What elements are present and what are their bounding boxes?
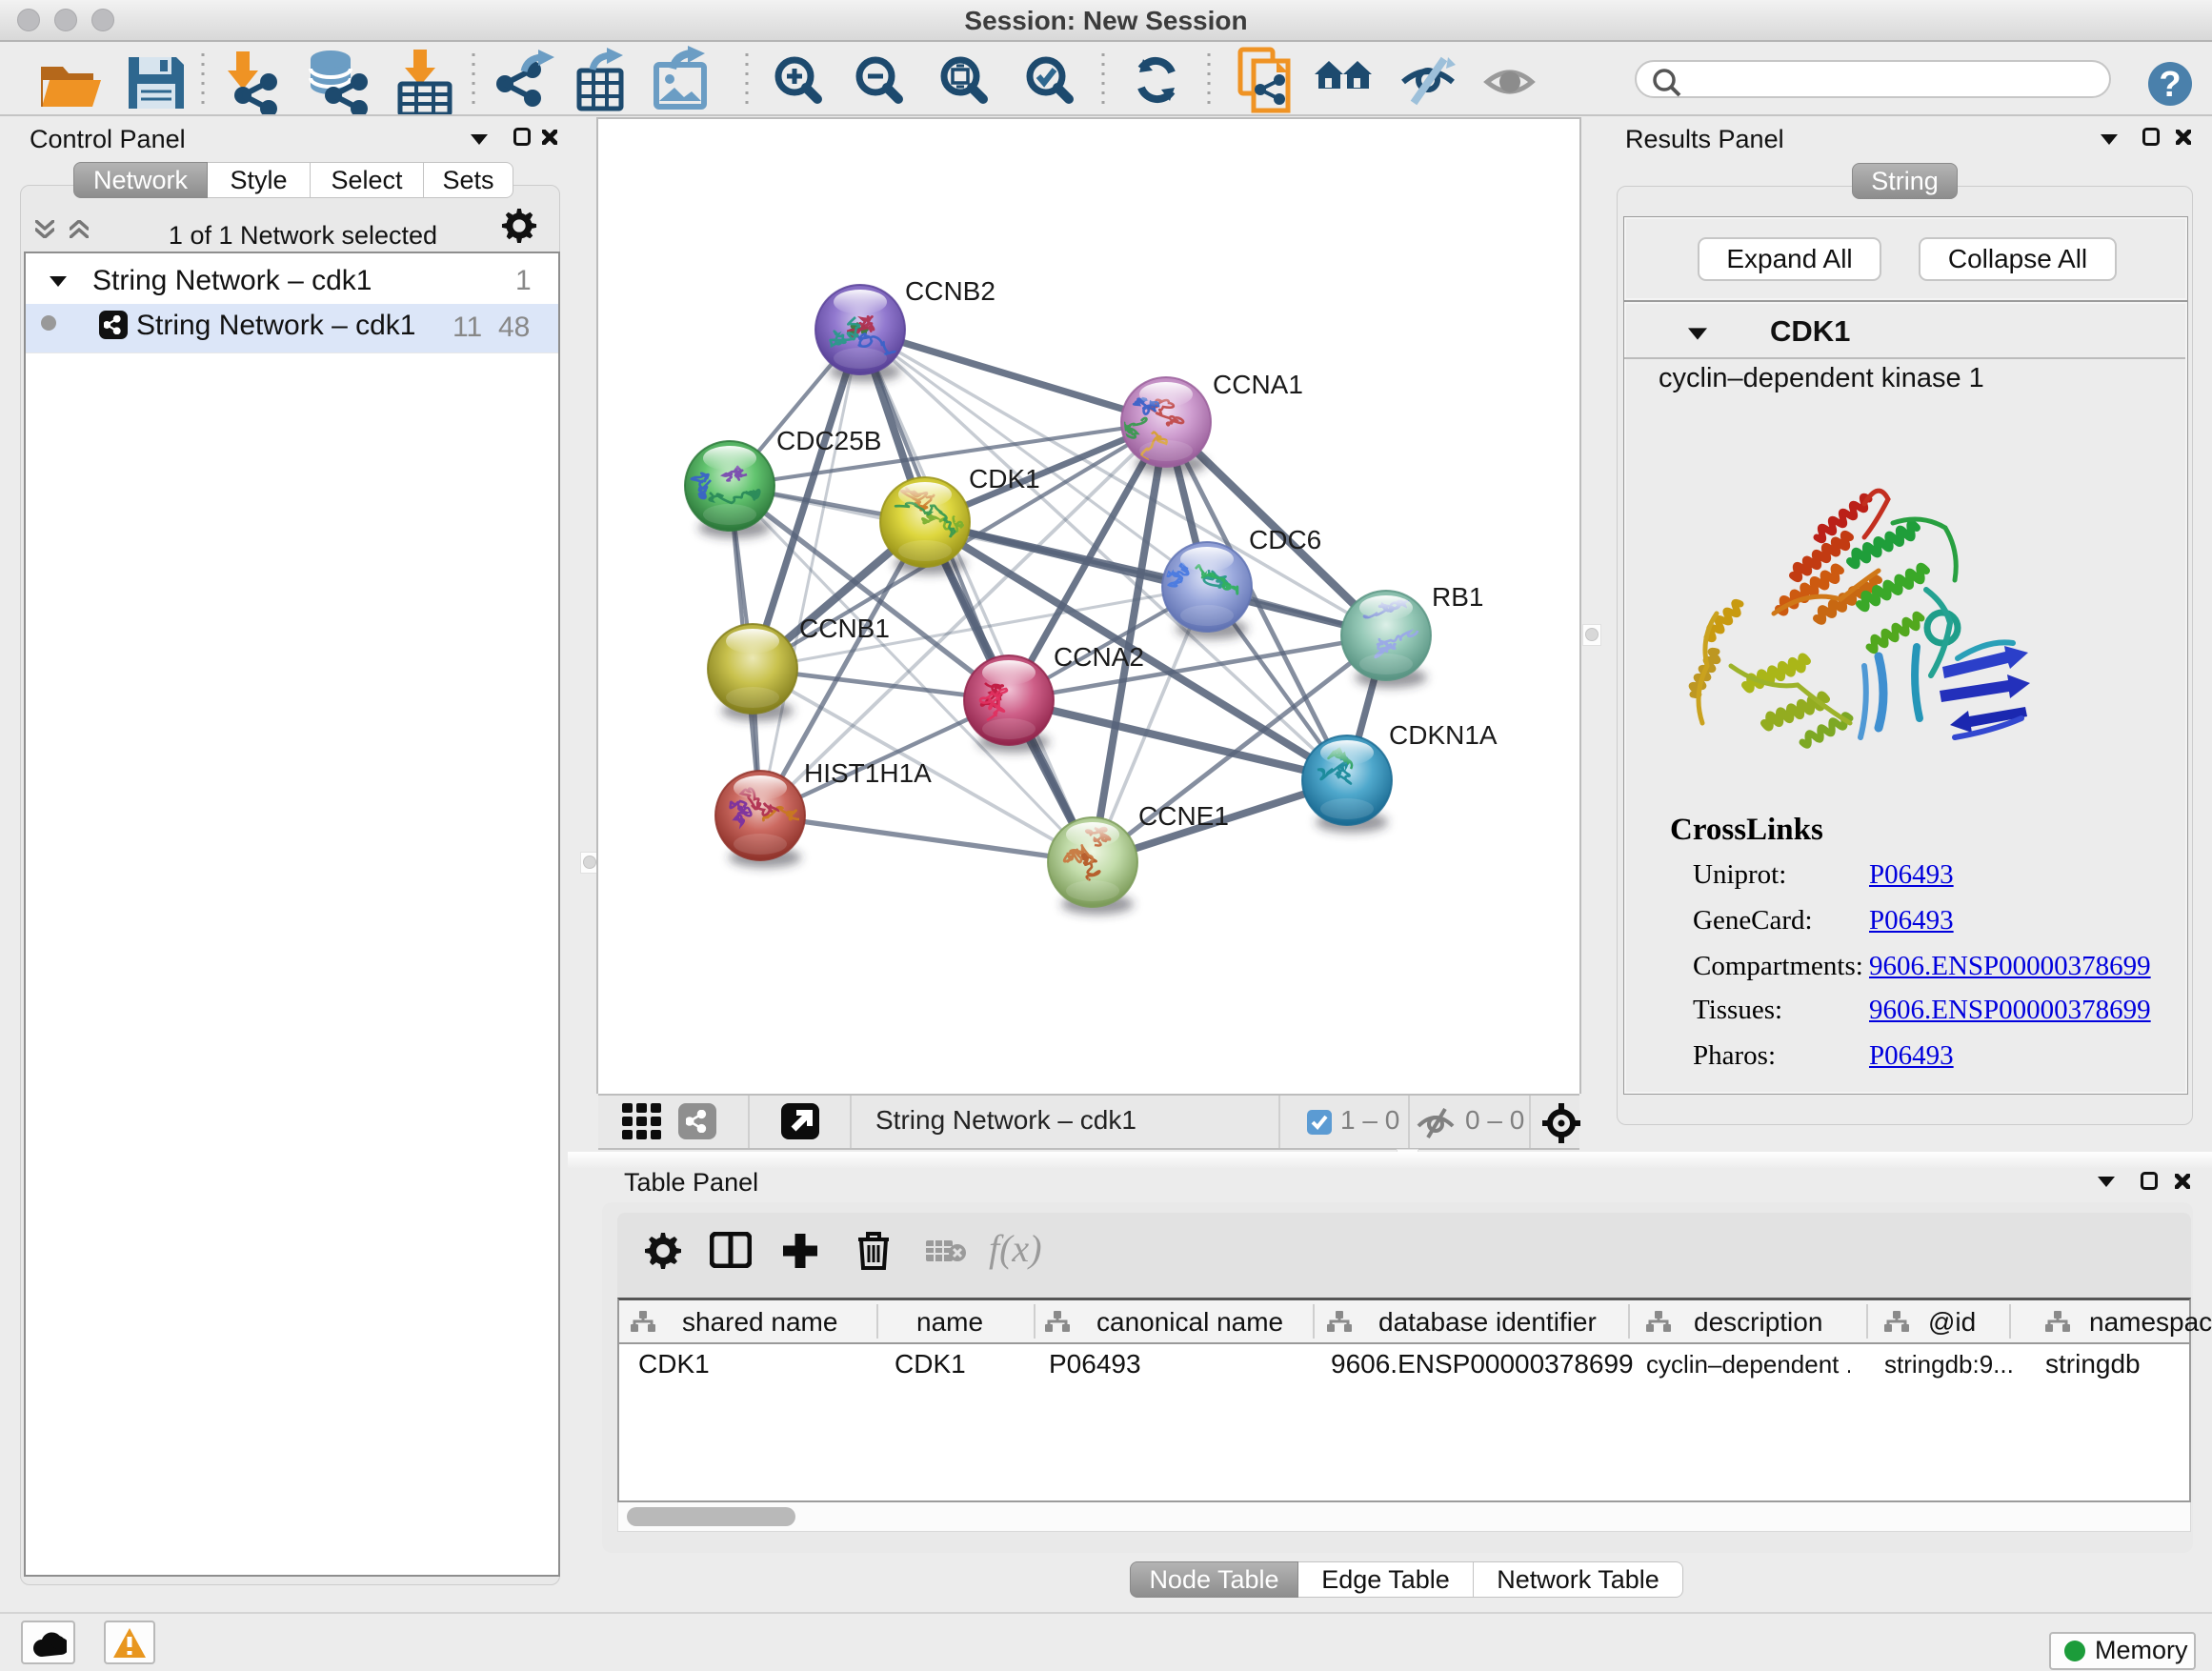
svg-text:CCNA2: CCNA2 bbox=[1054, 642, 1144, 672]
svg-text:CCNA1: CCNA1 bbox=[1213, 370, 1303, 399]
svg-text:?: ? bbox=[2159, 65, 2181, 105]
svg-text:CDKN1A: CDKN1A bbox=[1389, 720, 1498, 750]
svg-text:RB1: RB1 bbox=[1432, 582, 1483, 612]
svg-text:CDC25B: CDC25B bbox=[776, 426, 881, 455]
svg-text:HIST1H1A: HIST1H1A bbox=[804, 758, 932, 788]
svg-text:CCNB1: CCNB1 bbox=[799, 614, 890, 643]
svg-text:CCNE1: CCNE1 bbox=[1138, 801, 1229, 831]
svg-text:CDC6: CDC6 bbox=[1249, 525, 1321, 554]
svg-text:CCNB2: CCNB2 bbox=[905, 276, 995, 306]
svg-text:CDK1: CDK1 bbox=[969, 464, 1040, 493]
